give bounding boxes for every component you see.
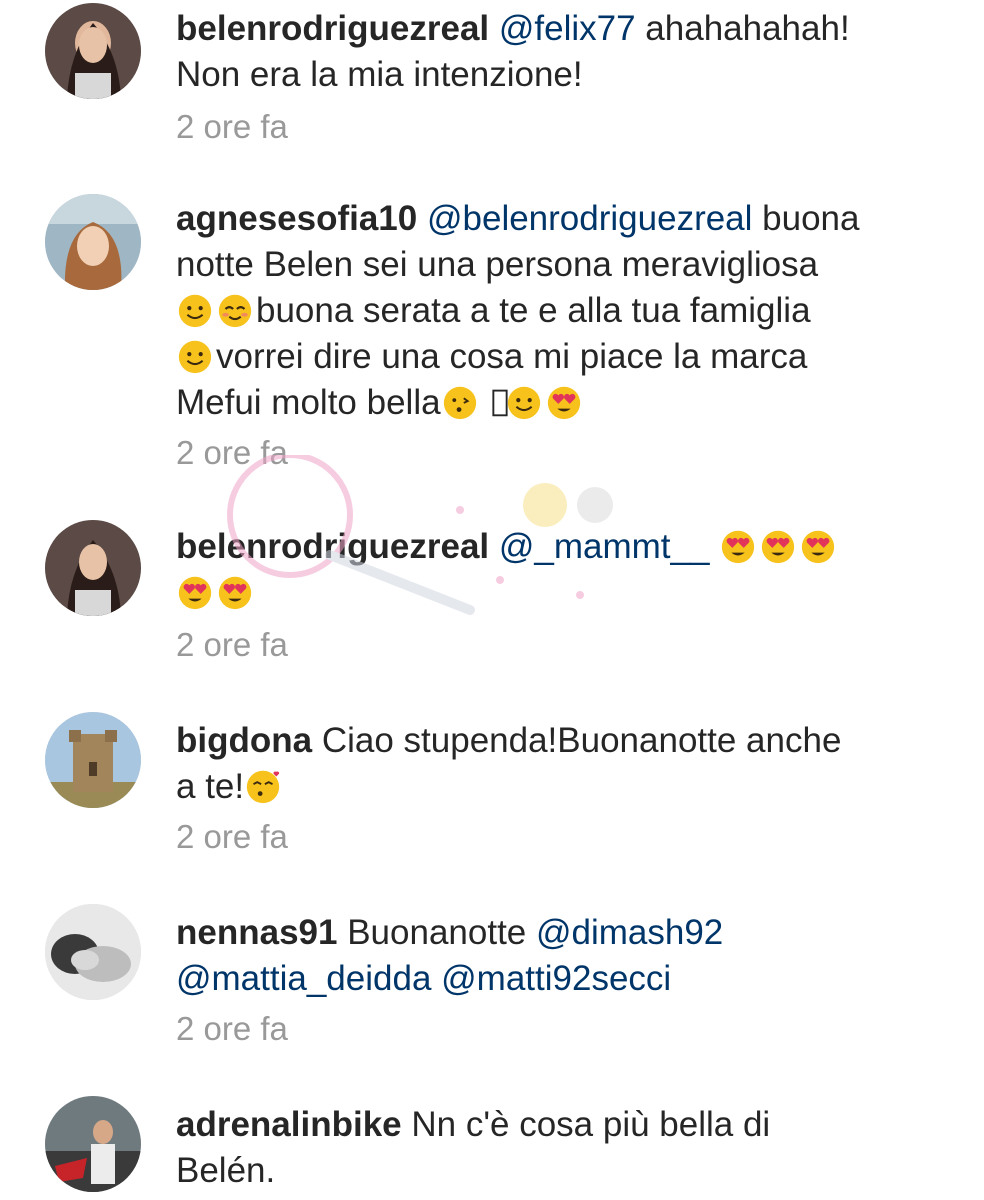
avatar[interactable] <box>45 712 141 808</box>
comment-text-part: Belén. <box>176 1151 276 1190</box>
smiling-face-icon <box>176 337 214 375</box>
blushing-face-icon <box>216 291 254 329</box>
avatar[interactable] <box>45 1096 141 1192</box>
comment-text: nennas91 Buonanotte @dimash92 @mattia_de… <box>176 910 944 1002</box>
comment-text-part: a te! <box>176 767 245 806</box>
avatar[interactable] <box>45 904 141 1000</box>
username[interactable]: adrenalinbike <box>176 1105 402 1144</box>
kissing-face-icon <box>244 767 282 805</box>
mention-link[interactable]: @matti92secci <box>441 959 671 998</box>
timestamp: 2 ore fa <box>176 1010 288 1047</box>
smiling-face-icon <box>176 291 214 329</box>
avatar[interactable] <box>45 194 141 290</box>
comment-text-part: notte Belen sei una persona meravigliosa <box>176 245 819 284</box>
mention-link[interactable]: @dimash92 <box>536 913 723 952</box>
comment-text: belenrodriguezreal @felix77 ahahahahah! … <box>176 6 944 98</box>
username[interactable]: belenrodriguezreal <box>176 9 489 48</box>
comment-text-part: Non era la mia intenzione! <box>176 55 583 94</box>
heart-eyes-icon <box>545 383 583 421</box>
heart-eyes-icon <box>799 527 837 565</box>
comment-text-part: Buonanotte <box>347 913 536 952</box>
avatar[interactable] <box>45 3 141 99</box>
watermark-logo <box>200 452 660 635</box>
missing-glyph-icon <box>481 383 508 421</box>
smiling-face-icon <box>505 383 543 421</box>
comment-text-part: vorrei dire una cosa mi piace la marca <box>216 337 808 376</box>
comment-text: adrenalinbike Nn c'è cosa più bella di B… <box>176 1102 944 1194</box>
kissing-face-icon <box>441 383 479 421</box>
timestamp: 2 ore fa <box>176 818 288 855</box>
heart-eyes-icon <box>719 527 757 565</box>
comment-text-part: Mefui molto bella <box>176 383 441 422</box>
username[interactable]: nennas91 <box>176 913 337 952</box>
timestamp: 2 ore fa <box>176 108 288 145</box>
username[interactable]: bigdona <box>176 721 312 760</box>
comment-text-part: buona serata a te e alla tua famiglia <box>256 291 811 330</box>
comment-text-part: Nn c'è cosa più bella di <box>411 1105 771 1144</box>
comment-text: agnesesofia10 @belenrodriguezreal buona … <box>176 196 944 426</box>
avatar[interactable] <box>45 520 141 616</box>
comment-text-part: buona <box>752 199 860 238</box>
mention-link[interactable]: @belenrodriguezreal <box>427 199 752 238</box>
comment-text-part: Ciao stupenda!Buonanotte anche <box>321 721 842 760</box>
comment-text-part: ahahahahah! <box>635 9 850 48</box>
username[interactable]: agnesesofia10 <box>176 199 417 238</box>
comment-text: bigdona Ciao stupenda!Buonanotte anche a… <box>176 718 944 810</box>
heart-eyes-icon <box>759 527 797 565</box>
mention-link[interactable]: @felix77 <box>499 9 636 48</box>
mention-link[interactable]: @mattia_deidda <box>176 959 431 998</box>
